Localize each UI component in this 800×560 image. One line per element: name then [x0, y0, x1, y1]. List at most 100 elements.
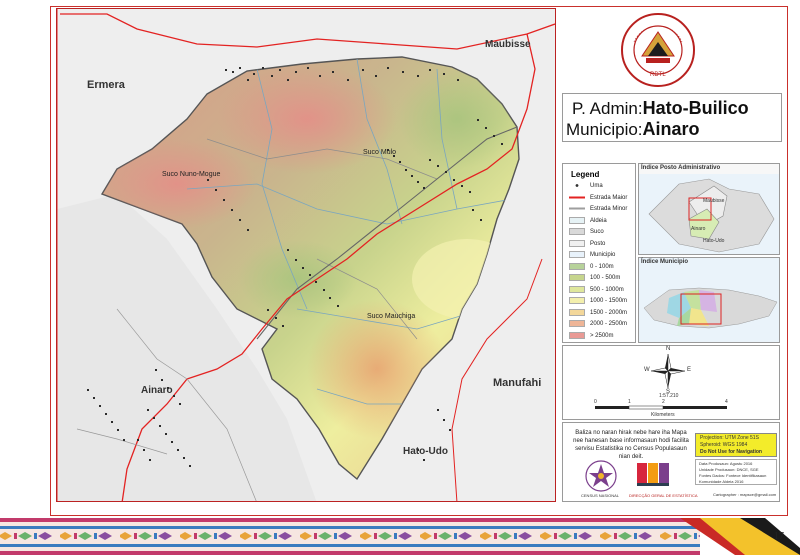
index-posto-panel[interactable]: Índice Posto Administrativo Maubisse Ain… — [638, 163, 780, 255]
label-suco-mauchiga: Suco Mauchiga — [367, 313, 416, 320]
label-maubisse: Maubisse — [485, 39, 531, 50]
legend-item-label: Municipio — [590, 252, 616, 259]
compass-n: N — [666, 346, 671, 352]
legend-item-label: Posto — [590, 240, 606, 247]
legend-item: Estrada Maior — [569, 193, 628, 201]
legend-item-label: > 2500m — [590, 332, 614, 339]
tais-pattern-icon — [0, 518, 800, 555]
legend-line-icon — [569, 193, 585, 201]
legend-title: Legend — [571, 170, 600, 179]
legend-item-label: Estrada Minor — [590, 206, 628, 213]
compass-w: W — [644, 367, 650, 373]
legend-item: 100 - 500m — [569, 274, 620, 281]
compass-e: E — [687, 367, 692, 373]
legend-item-label: Estrada Maior — [590, 194, 628, 201]
legend-item: Suco — [569, 228, 604, 235]
legend-swatch-icon — [569, 320, 585, 327]
posto-title: P. Admin:Hato-Builico — [572, 98, 749, 119]
legend-swatch-icon — [569, 274, 585, 281]
main-map[interactable]: Ermera Maubisse Manufahi Hato-Udo Ainaro… — [56, 8, 556, 502]
legend-swatch-icon — [569, 331, 585, 339]
label-ermera: Ermera — [87, 79, 125, 91]
legend-dot-icon — [569, 182, 585, 189]
legend-item-label: 1500 - 2000m — [590, 309, 628, 316]
cartographer: Cartographer : mapsce@gmail.com — [713, 492, 777, 497]
dge-logo-caption: DIRECÇÃO GERAL DE ESTATÍSTICA — [629, 493, 698, 498]
legend-item-label: Suco — [590, 229, 604, 236]
legend-item-label: 0 - 100m — [590, 263, 614, 270]
scale-tick-2: 2 — [662, 399, 665, 405]
index-municipio-title: Índice Municipio — [641, 259, 689, 265]
production-line-3: Fontes Dados: Fontece Identifikasaun — [699, 473, 767, 478]
scale-tick-1: 1 — [628, 399, 631, 405]
navigation-warning: Do Not Use for Navigation — [700, 449, 762, 455]
label-manufahi: Manufahi — [493, 377, 542, 389]
legend-item: Uma — [569, 182, 603, 189]
label-hato-udo: Hato-Udo — [403, 446, 448, 457]
legend-item-label: 1000 - 1500m — [590, 298, 628, 305]
census-logo-caption: CENSUS NASIONAL — [581, 493, 620, 498]
legend-item: 1000 - 1500m — [569, 297, 627, 304]
tais-pattern-band — [0, 518, 800, 555]
production-line-2: Unidade Produsaun: DNCE, SGE — [699, 467, 759, 472]
scale-tick-4: 4 — [725, 399, 728, 405]
page-number: 17 — [774, 531, 784, 542]
seal-abbr: RDTL — [650, 72, 666, 78]
legend-panel: Legend Uma Estrada Maior Estrada Minor Alde… — [562, 163, 636, 343]
index-label-ainaro: Ainaro — [691, 226, 706, 232]
posto-value: Hato-Builico — [642, 98, 749, 118]
legend-swatch-icon — [569, 308, 585, 316]
scale-tick-0: 0 — [594, 399, 597, 405]
legend-swatch-icon — [569, 251, 585, 258]
legend-item: Estrada Minor — [569, 205, 627, 212]
legend-swatch-icon — [569, 239, 585, 247]
label-suco-nuno-mogue: Suco Nuno-Mogue — [162, 171, 221, 178]
index-municipio-panel[interactable]: Índice Municipio — [638, 257, 780, 343]
dge-logo-icon — [637, 463, 669, 486]
projection-line1: Projection: UTM Zone 51S — [700, 435, 759, 441]
legend-item: > 2500m — [569, 331, 614, 339]
legend-swatch-icon — [569, 228, 585, 235]
municipio-label: Municipio: — [566, 120, 643, 139]
legend-swatch-icon — [569, 285, 585, 293]
legend-item: Posto — [569, 239, 606, 247]
legend-item-label: 500 - 1000m — [590, 286, 624, 293]
info-panel: Baliza no naran hirak nebe hare iha Mapa… — [562, 422, 780, 502]
production-line-4: Komunidade Aldeia 2016 — [699, 479, 744, 484]
legend-swatch-icon — [569, 216, 585, 224]
legend-item-label: 2000 - 2500m — [590, 321, 628, 328]
legend-item: Aldeia — [569, 216, 607, 224]
index-municipio-map — [643, 287, 778, 329]
legend-line-icon — [569, 205, 585, 212]
production-box: Data Produsaun: Agustu 2016 Unidade Prod… — [695, 459, 777, 485]
municipio-value: Ainaro — [642, 119, 700, 139]
scale-unit: Kilometers — [651, 412, 675, 418]
legend-item-label: 100 - 500m — [590, 275, 621, 282]
municipio-title: Municipio:Ainaro — [566, 119, 700, 140]
disclaimer-text: Baliza no naran hirak nebe hare iha Mapa… — [573, 430, 689, 460]
production-line-1: Data Produsaun: Agustu 2016 — [699, 461, 753, 466]
legend-swatch-icon — [569, 262, 585, 270]
legend-item: 0 - 100m — [569, 262, 614, 270]
legend-item: Municipio — [569, 251, 615, 258]
posto-label: P. Admin: — [572, 99, 643, 118]
index-label-hato-udo: Hato-Udo — [703, 238, 725, 244]
map-canvas — [57, 9, 555, 501]
legend-item: 1500 - 2000m — [569, 308, 628, 316]
projection-box: Projection: UTM Zone 51S Spheroid: WGS 1… — [695, 433, 777, 457]
index-posto-title: Índice Posto Administrativo — [641, 165, 721, 171]
index-label-maubisse: Maubisse — [703, 198, 725, 204]
projection-line2: Spheroid: WGS 1984 — [700, 442, 748, 448]
legend-item: 2000 - 2500m — [569, 320, 627, 327]
rdtl-seal: RDTL — [620, 12, 696, 88]
scale-bar — [595, 405, 727, 410]
legend-item-label: Uma — [590, 183, 603, 190]
label-suco-mulo: Suco Mulo — [363, 149, 397, 156]
compass-scale-panel: N S E W 1:57.210 0 1 2 4 Kilometers — [562, 345, 780, 420]
census-star-logo-icon — [585, 460, 617, 492]
legend-item-label: Aldeia — [590, 217, 607, 224]
compass-rose-icon — [650, 353, 686, 389]
legend-item: 500 - 1000m — [569, 285, 624, 293]
label-ainaro: Ainaro — [141, 385, 173, 396]
legend-swatch-icon — [569, 297, 585, 304]
